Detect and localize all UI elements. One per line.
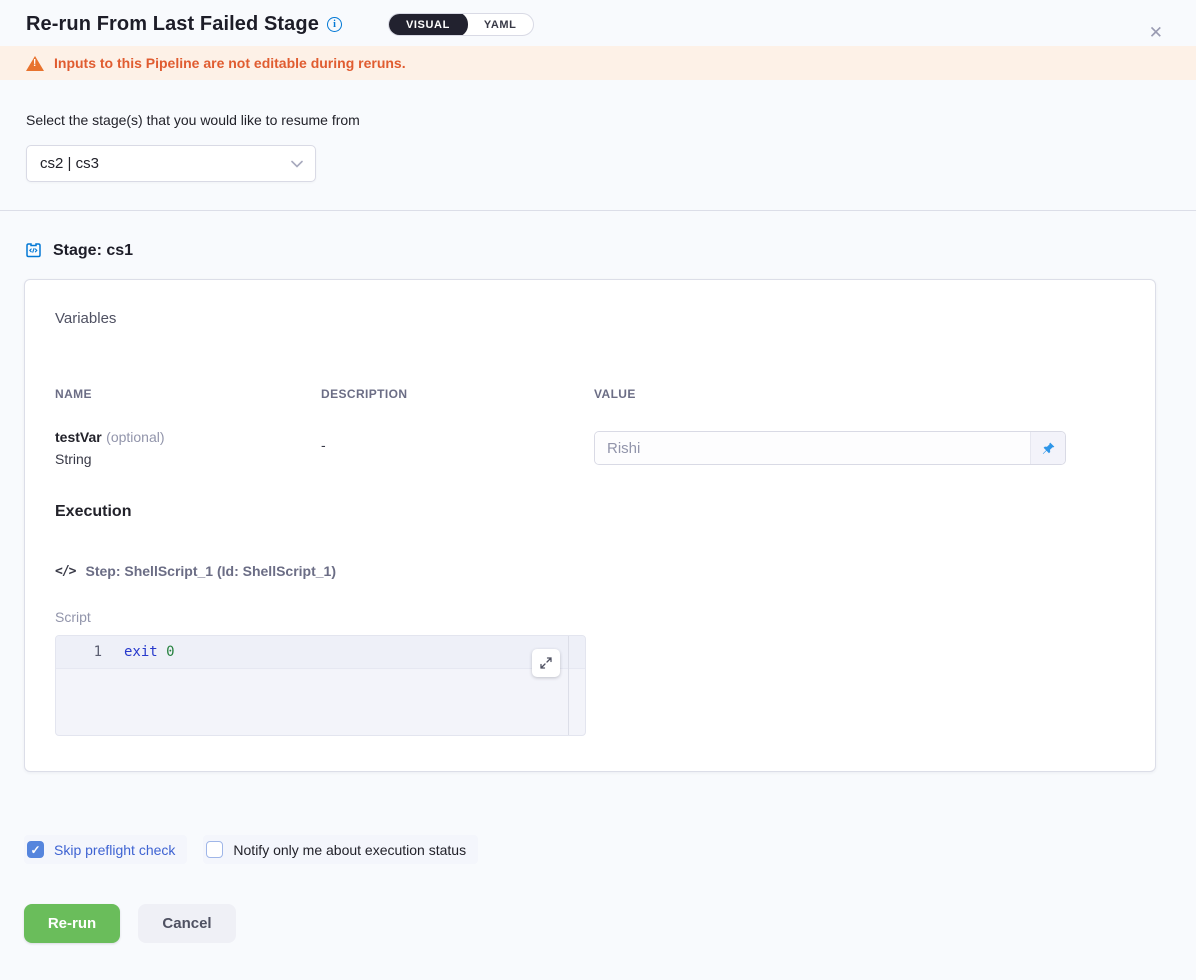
- skip-preflight-label: Skip preflight check: [54, 842, 175, 858]
- code-line: 1 exit 0: [56, 636, 585, 669]
- code-keyword: exit: [124, 644, 158, 660]
- stage-select-section: Select the stage(s) that you would like …: [0, 80, 1196, 210]
- column-header-name: NAME: [55, 387, 321, 429]
- warning-text: Inputs to this Pipeline are not editable…: [54, 55, 406, 71]
- section-divider: [0, 210, 1196, 211]
- stage-title: Stage: cs1: [53, 242, 133, 260]
- notify-me-checkbox[interactable]: Notify only me about execution status: [203, 835, 478, 864]
- stage-inputs-card: Variables NAME DESCRIPTION VALUE testVar…: [24, 279, 1156, 772]
- stage-select-value: cs2 | cs3: [40, 155, 99, 172]
- skip-preflight-checkbox[interactable]: ✓ Skip preflight check: [24, 835, 187, 864]
- tab-yaml[interactable]: YAML: [467, 13, 534, 36]
- code-argument: 0: [166, 644, 174, 660]
- variable-value-input[interactable]: [595, 432, 1030, 464]
- variable-type: String: [55, 451, 321, 467]
- notify-me-label: Notify only me about execution status: [233, 842, 466, 858]
- table-row-name-cell: testVar (optional) String: [55, 429, 321, 467]
- variables-table: NAME DESCRIPTION VALUE testVar (optional…: [55, 387, 1125, 467]
- code-step-icon: </>: [55, 564, 75, 579]
- run-options: ✓ Skip preflight check Notify only me ab…: [24, 835, 1196, 864]
- expand-editor-button[interactable]: [532, 649, 560, 677]
- warning-icon: [26, 56, 44, 71]
- close-icon[interactable]: ✕: [1149, 24, 1163, 41]
- variables-heading: Variables: [55, 310, 1125, 327]
- variable-name: testVar: [55, 429, 102, 445]
- editor-scrollbar[interactable]: [568, 636, 569, 735]
- info-icon[interactable]: i: [327, 17, 342, 32]
- checkbox-unchecked-icon[interactable]: [206, 841, 223, 858]
- rerun-button[interactable]: Re-run: [24, 904, 120, 943]
- variable-value-field: [594, 431, 1066, 465]
- code-content: exit 0: [102, 644, 175, 660]
- cancel-button[interactable]: Cancel: [138, 904, 236, 943]
- stage-heading: Stage: cs1: [24, 241, 1170, 260]
- variable-description: -: [321, 429, 594, 453]
- column-header-value: VALUE: [594, 387, 1125, 429]
- checkbox-checked-icon[interactable]: ✓: [27, 841, 44, 858]
- warning-banner: Inputs to this Pipeline are not editable…: [0, 46, 1196, 80]
- variable-optional-tag: (optional): [106, 429, 164, 445]
- step-row: </> Step: ShellScript_1 (Id: ShellScript…: [55, 563, 1125, 579]
- tab-visual[interactable]: VISUAL: [388, 13, 468, 36]
- step-label: Step: ShellScript_1 (Id: ShellScript_1): [85, 563, 336, 579]
- visual-yaml-toggle: VISUAL YAML: [388, 13, 535, 36]
- modal-header: Re-run From Last Failed Stage i VISUAL Y…: [0, 0, 1196, 46]
- custom-stage-icon: [24, 241, 43, 260]
- pin-icon[interactable]: [1030, 432, 1065, 464]
- execution-heading: Execution: [55, 503, 1125, 521]
- chevron-down-icon: [291, 160, 303, 168]
- line-number: 1: [56, 644, 102, 660]
- script-label: Script: [55, 609, 1125, 625]
- stage-select-dropdown[interactable]: cs2 | cs3: [26, 145, 316, 182]
- stage-select-label: Select the stage(s) that you would like …: [26, 112, 1170, 128]
- script-code-editor[interactable]: 1 exit 0: [55, 635, 586, 736]
- column-header-description: DESCRIPTION: [321, 387, 594, 429]
- page-title: Re-run From Last Failed Stage: [26, 13, 319, 36]
- footer-actions: Re-run Cancel: [24, 904, 1196, 943]
